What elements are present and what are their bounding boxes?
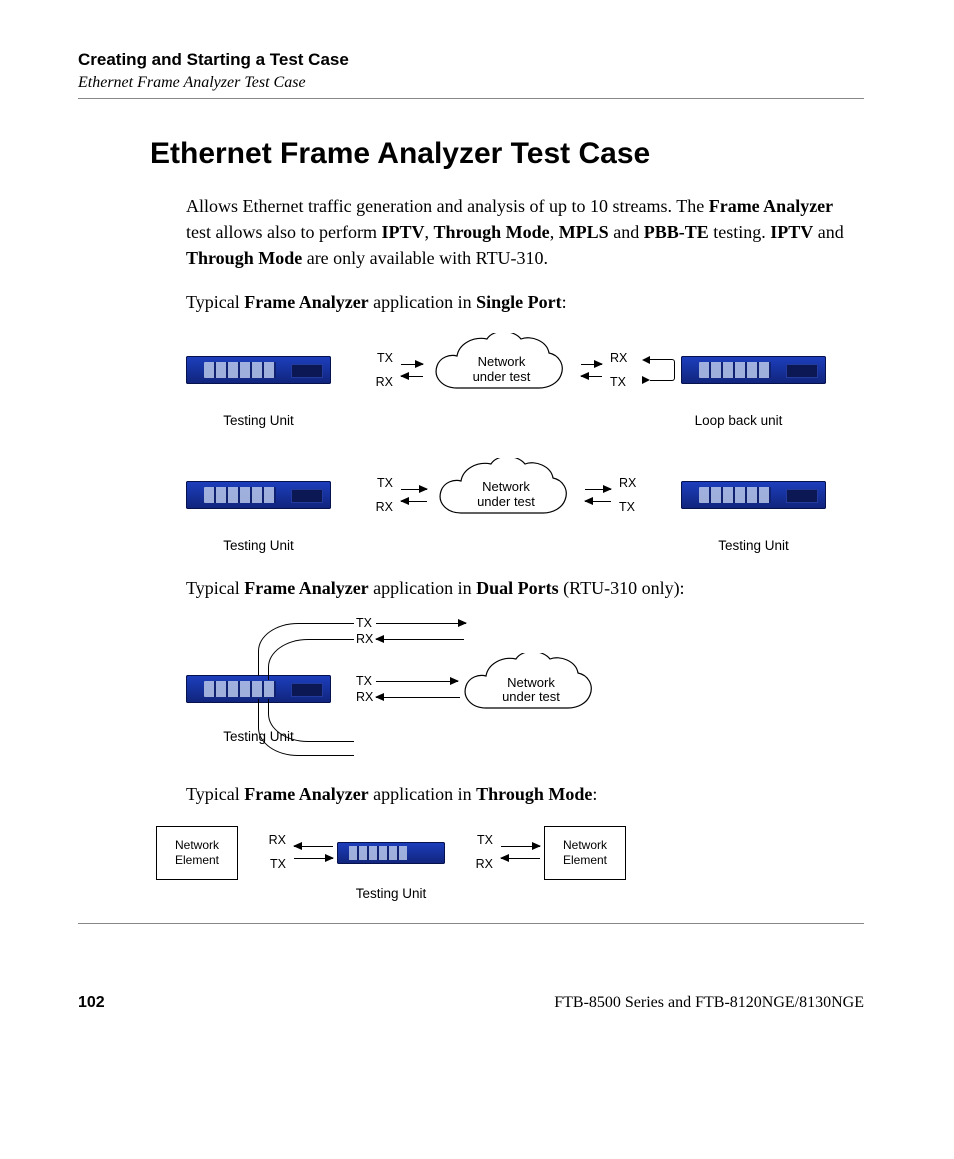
- cloud-label-1: Network: [507, 676, 555, 691]
- footer-doc-id: FTB-8500 Series and FTB-8120NGE/8130NGE: [554, 994, 864, 1012]
- rx-label: RX: [356, 691, 373, 704]
- network-element-box: NetworkElement: [544, 826, 626, 880]
- tx-label: TX: [477, 834, 493, 847]
- tx-label: TX: [356, 617, 372, 630]
- cloud-label-2: under test: [473, 370, 531, 385]
- device-icon: [186, 356, 331, 384]
- tx-label: TX: [377, 352, 393, 365]
- header-section: Ethernet Frame Analyzer Test Case: [78, 74, 864, 92]
- tx-label: TX: [270, 858, 286, 871]
- arrow-right-icon: [581, 364, 603, 365]
- cloud-label-2: under test: [502, 690, 560, 705]
- diagram-through-mode: NetworkElement RX TX TX RX: [156, 826, 864, 901]
- cloud-label-1: Network: [482, 480, 530, 495]
- arrow-right-icon: [501, 846, 540, 847]
- tx-label: TX: [619, 501, 635, 514]
- diagram-single-port: TX RX Network under test: [186, 333, 864, 553]
- tx-label: TX: [377, 477, 393, 490]
- dual-ports-paragraph: Typical Frame Analyzer application in Du…: [186, 575, 854, 601]
- arrow-right-icon: [585, 489, 611, 490]
- header-chapter: Creating and Starting a Test Case: [78, 50, 864, 70]
- curve-icon: [258, 699, 354, 756]
- device-icon: [337, 842, 445, 864]
- rx-label: RX: [269, 834, 286, 847]
- single-port-paragraph: Typical Frame Analyzer application in Si…: [186, 289, 854, 315]
- device-icon: [186, 481, 331, 509]
- through-mode-paragraph: Typical Frame Analyzer application in Th…: [186, 781, 854, 807]
- caption-testing-unit: Testing Unit: [186, 413, 331, 428]
- rx-label: RX: [376, 501, 393, 514]
- header-divider: [78, 98, 864, 99]
- arrow-left-icon: [294, 846, 333, 847]
- arrow-left-icon: [376, 639, 464, 640]
- arrow-left-icon: [581, 376, 603, 377]
- caption-loopback-unit: Loop back unit: [651, 413, 826, 428]
- curve-icon: [268, 639, 354, 680]
- rx-label: RX: [376, 376, 393, 389]
- footer-divider: [78, 923, 864, 924]
- diagram-dual-ports: Testing Unit Network under test TX RX TX…: [186, 619, 864, 759]
- tx-label: TX: [356, 675, 372, 688]
- cloud-icon: Network under test: [456, 653, 606, 727]
- rx-label: RX: [356, 633, 373, 646]
- arrow-left-icon: [401, 376, 423, 377]
- tx-label: TX: [610, 376, 626, 389]
- arrow-right-icon: [376, 681, 458, 682]
- cloud-icon: Network under test: [427, 333, 577, 407]
- arrow-right-icon: [376, 623, 466, 624]
- network-element-box: NetworkElement: [156, 826, 238, 880]
- device-icon: [681, 481, 826, 509]
- loopback-icon: [650, 359, 675, 381]
- arrow-left-icon: [401, 501, 427, 502]
- arrow-right-icon: [401, 364, 423, 365]
- intro-paragraph: Allows Ethernet traffic generation and a…: [186, 193, 854, 271]
- caption-testing-unit: Testing Unit: [156, 886, 626, 901]
- rx-label: RX: [619, 477, 636, 490]
- cloud-label-2: under test: [477, 495, 535, 510]
- rx-label: RX: [476, 858, 493, 871]
- cloud-label-1: Network: [478, 355, 526, 370]
- arrow-left-icon: [501, 858, 540, 859]
- arrow-left-icon: [376, 697, 460, 698]
- page-title: Ethernet Frame Analyzer Test Case: [150, 137, 864, 171]
- cloud-icon: Network under test: [431, 458, 581, 532]
- rx-label: RX: [610, 352, 627, 365]
- device-icon: [681, 356, 826, 384]
- caption-testing-unit: Testing Unit: [186, 538, 331, 553]
- caption-testing-unit: Testing Unit: [681, 538, 826, 553]
- arrow-right-icon: [401, 489, 427, 490]
- arrow-right-icon: [294, 858, 333, 859]
- page-number: 102: [78, 994, 105, 1012]
- arrow-left-icon: [585, 501, 611, 502]
